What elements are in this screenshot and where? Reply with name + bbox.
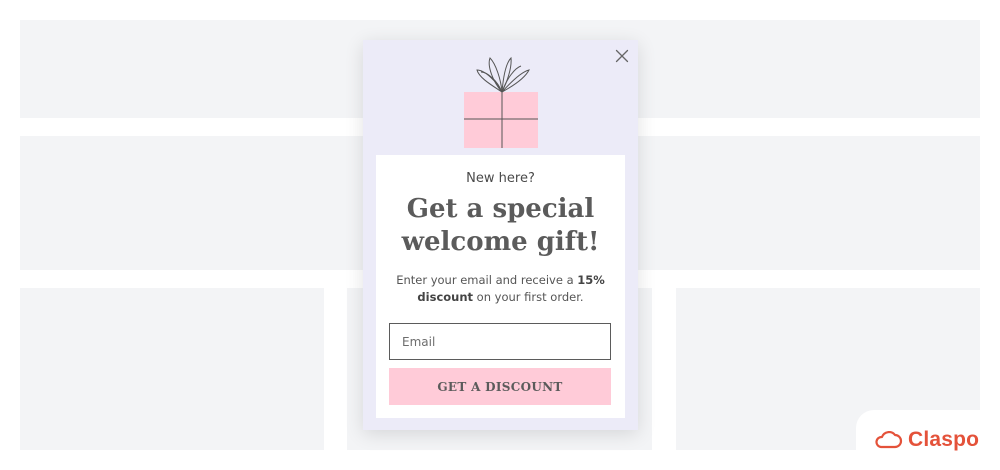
popup-heading-line: welcome gift! [401, 227, 600, 257]
welcome-popup: New here? Get a special welcome gift! En… [363, 40, 638, 430]
popup-eyebrow: New here? [466, 171, 535, 186]
close-button[interactable] [613, 47, 631, 65]
content-placeholder-block [20, 288, 324, 450]
desc-text: on your first order. [473, 290, 584, 304]
get-discount-button[interactable]: GET A DISCOUNT [389, 368, 611, 405]
email-input[interactable] [389, 323, 611, 360]
desc-text: Enter your email and receive a [396, 273, 578, 287]
popup-content-card: New here? Get a special welcome gift! En… [376, 155, 625, 418]
gift-icon [464, 56, 538, 148]
desc-bold: 15% [577, 273, 605, 287]
brand-badge[interactable]: Claspo [856, 410, 1000, 470]
popup-heading-line: Get a special [406, 194, 595, 224]
desc-bold: discount [417, 290, 474, 304]
popup-heading: Get a special welcome gift! [376, 193, 625, 259]
cloud-logo-icon [875, 431, 903, 449]
popup-description: Enter your email and receive a 15% discou… [388, 272, 613, 306]
close-icon [615, 49, 629, 63]
brand-name: Claspo [908, 428, 980, 451]
